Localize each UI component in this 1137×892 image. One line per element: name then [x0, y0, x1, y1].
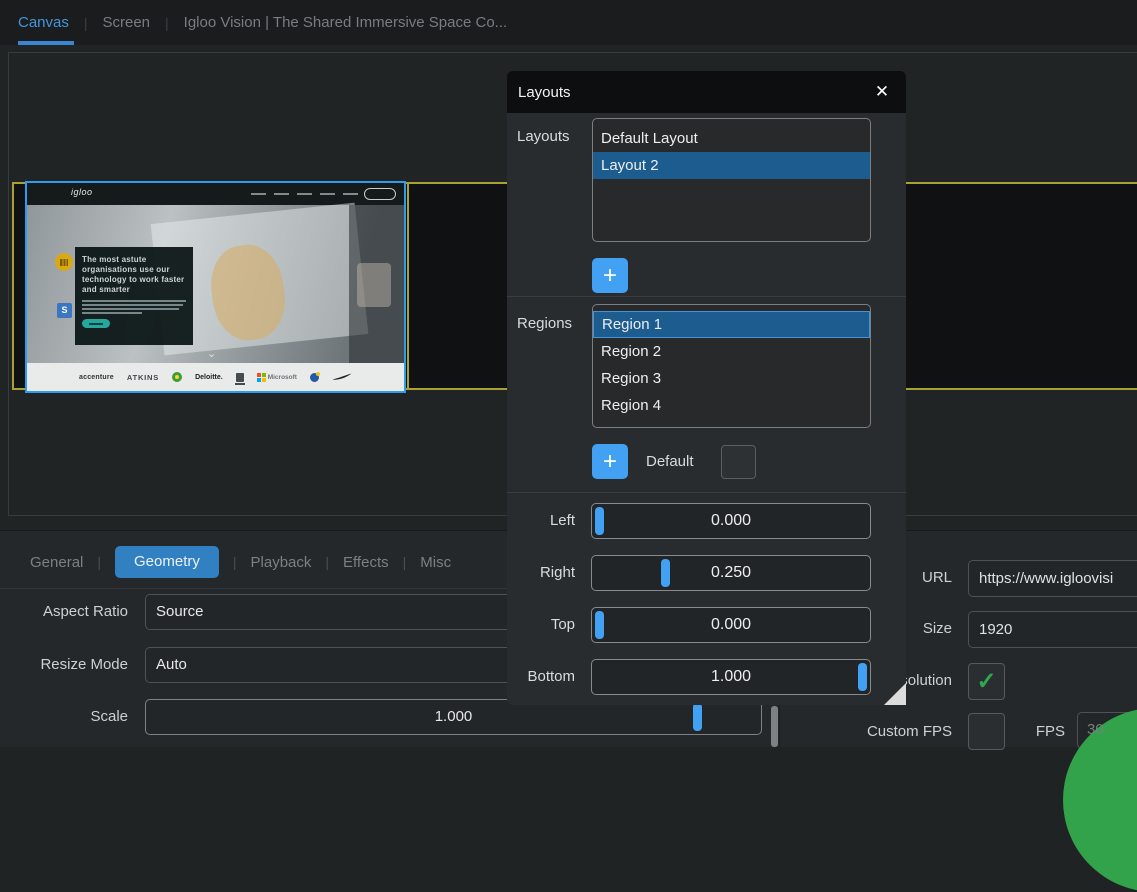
close-icon[interactable]: ✕	[868, 71, 896, 113]
right-slider-handle[interactable]	[661, 559, 670, 587]
default-checkbox[interactable]	[721, 445, 756, 479]
bottom-slider-label: Bottom	[507, 668, 575, 685]
list-item[interactable]: Default Layout	[593, 125, 870, 152]
tab-playback[interactable]: Playback	[251, 554, 312, 571]
tab-misc[interactable]: Misc	[420, 554, 451, 571]
right-slider[interactable]: 0.250	[591, 555, 871, 591]
property-tabs: General | Geometry | Playback | Effects …	[30, 546, 451, 578]
right-slider-label: Right	[507, 564, 575, 581]
bottom-slider-value: 1.000	[711, 668, 751, 685]
top-tab-bar: Canvas | Screen | Igloo Vision | The Sha…	[0, 0, 1137, 45]
dialog-resize-grip[interactable]	[884, 683, 906, 705]
custom-fps-label: Custom FPS	[790, 723, 952, 740]
selection-outline[interactable]	[25, 181, 406, 393]
scale-value: 1.000	[435, 708, 473, 725]
tab-geometry[interactable]: Geometry	[115, 546, 219, 578]
region-boundary-line	[407, 182, 409, 390]
top-slider[interactable]: 0.000	[591, 607, 871, 643]
tab-separator: |	[84, 15, 88, 31]
left-slider[interactable]: 0.000	[591, 503, 871, 539]
regions-section-label: Regions	[517, 315, 572, 332]
tab-separator: |	[233, 554, 237, 570]
scale-label: Scale	[0, 708, 128, 725]
tab-separator: |	[325, 554, 329, 570]
tab-separator: |	[97, 554, 101, 570]
scale-slider-handle[interactable]	[693, 703, 702, 731]
tab-general[interactable]: General	[30, 554, 83, 571]
panel-scrollbar-thumb[interactable]	[771, 706, 778, 747]
tab-effects[interactable]: Effects	[343, 554, 389, 571]
custom-resolution-checkbox[interactable]: ✓	[968, 663, 1005, 700]
add-region-button[interactable]: +	[592, 444, 628, 479]
bottom-slider-handle[interactable]	[858, 663, 867, 691]
section-divider	[507, 492, 906, 493]
tab-separator: |	[165, 15, 169, 31]
fps-value: 30	[1087, 721, 1104, 738]
resize-mode-label: Resize Mode	[0, 656, 128, 673]
layouts-listbox[interactable]: Default Layout Layout 2	[592, 118, 871, 242]
list-item[interactable]: Layout 2	[593, 152, 870, 179]
size-input[interactable]: 1920	[968, 611, 1137, 648]
aspect-ratio-label: Aspect Ratio	[0, 603, 128, 620]
tab-igloo-vision-page[interactable]: Igloo Vision | The Shared Immersive Spac…	[184, 14, 508, 31]
layouts-dialog: Layouts ✕ Layouts Default Layout Layout …	[507, 71, 906, 705]
custom-fps-checkbox[interactable]	[968, 713, 1005, 750]
regions-listbox[interactable]: Region 1 Region 2 Region 3 Region 4	[592, 304, 871, 428]
list-item[interactable]: Region 2	[593, 338, 870, 365]
url-input[interactable]: https://www.igloovisi	[968, 560, 1137, 597]
top-slider-label: Top	[507, 616, 575, 633]
dialog-titlebar[interactable]: Layouts ✕	[507, 71, 906, 113]
tab-screen[interactable]: Screen	[103, 14, 151, 31]
left-slider-handle[interactable]	[595, 507, 604, 535]
check-icon: ✓	[976, 667, 996, 696]
left-slider-value: 0.000	[711, 512, 751, 529]
top-slider-value: 0.000	[711, 616, 751, 633]
list-item[interactable]: Region 3	[593, 365, 870, 392]
add-layout-button[interactable]: +	[592, 258, 628, 293]
bottom-slider[interactable]: 1.000	[591, 659, 871, 695]
top-slider-handle[interactable]	[595, 611, 604, 639]
tab-canvas[interactable]: Canvas	[18, 14, 69, 31]
fps-label: FPS	[1020, 723, 1065, 740]
section-divider	[507, 296, 906, 297]
tab-separator: |	[403, 554, 407, 570]
list-item[interactable]: Region 4	[593, 392, 870, 419]
dialog-title: Layouts	[518, 84, 571, 101]
list-item[interactable]: Region 1	[593, 311, 870, 338]
right-slider-value: 0.250	[711, 564, 751, 581]
layouts-section-label: Layouts	[517, 128, 570, 145]
left-slider-label: Left	[507, 512, 575, 529]
default-label: Default	[646, 453, 694, 470]
